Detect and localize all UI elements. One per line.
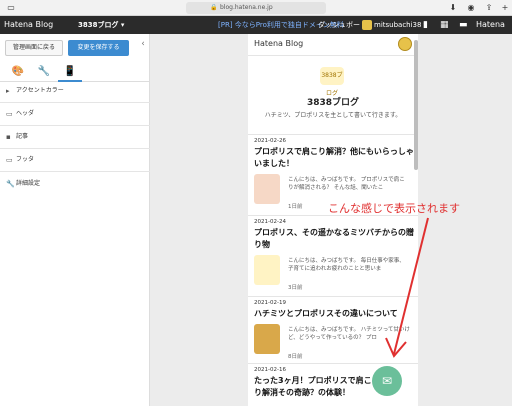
hatena-top-bar: Hatena Blog 3838ブログ ▾ [PR] 今ならPro利用で独自ドメ… <box>0 16 512 34</box>
blog-icon: 3838ブログ <box>320 67 344 97</box>
sidebar-tabs: 🎨 🔧 📱 <box>0 62 150 82</box>
post-age: 1日前 <box>288 204 303 210</box>
divider <box>0 171 150 172</box>
bookmark-icon[interactable]: ▮ <box>423 16 428 34</box>
footer-icon: ▭ <box>6 156 13 164</box>
lock-icon: 🔒 <box>210 4 218 11</box>
user-menu[interactable]: mitsubachi38 ▾ <box>374 16 427 34</box>
sidebar-item-label: ヘッダ <box>16 110 35 117</box>
post-date: 2021-02-16 <box>254 367 286 373</box>
share-icon[interactable]: ⇪ <box>482 2 496 14</box>
apps-grid-icon[interactable]: ▦ <box>440 16 449 34</box>
post-thumbnail[interactable] <box>254 174 280 204</box>
wrench-icon: 🔧 <box>6 180 15 188</box>
post-date: 2021-02-24 <box>254 219 286 225</box>
sidebar-toggle-icon[interactable]: ▭ <box>4 2 18 14</box>
post-title[interactable]: プロポリスで肩こり解消？他にもいらっしゃいました！ <box>254 146 414 170</box>
divider <box>248 134 418 135</box>
post-date: 2021-02-26 <box>254 138 286 144</box>
browser-toolbar: ▭ 🔒 blog.hatena.ne.jp ⬇ ◉ ⇪ + <box>0 0 512 16</box>
sidebar-item-label: アクセントカラー <box>16 87 64 94</box>
sidebar-item-label: フッタ <box>16 156 35 163</box>
preview-avatar[interactable] <box>398 37 412 51</box>
sidebar-item-accent-color[interactable]: ▸ アクセントカラー <box>0 80 150 102</box>
hatena-blog-logo[interactable]: Hatena Blog <box>4 16 53 34</box>
new-tab-icon[interactable]: + <box>498 2 512 14</box>
preview-scrollbar[interactable] <box>414 40 418 170</box>
shield-icon[interactable]: ◉ <box>464 2 478 14</box>
post-thumbnail[interactable] <box>254 255 280 285</box>
blog-description: ハチミツ、プロポリスを主として書いて行きます。 <box>264 112 402 119</box>
blog-title[interactable]: 3838ブログ <box>248 95 418 108</box>
preview-header: Hatena Blog <box>248 34 418 56</box>
sidebar-item-label: 記事 <box>16 133 29 140</box>
wrench-icon[interactable]: 🔧 <box>32 62 56 82</box>
annotation-arrow <box>385 217 429 358</box>
smartphone-icon[interactable]: 📱 <box>58 62 82 82</box>
post-age: 8日前 <box>288 354 303 360</box>
mail-icon[interactable]: ✉ <box>372 366 402 396</box>
download-icon[interactable]: ⬇ <box>446 2 460 14</box>
sidebar-item-advanced-settings[interactable]: 🔧 詳細設定 <box>0 173 150 195</box>
sidebar-item-label: 詳細設定 <box>16 180 41 187</box>
hatena-brand[interactable]: Hatena <box>476 16 505 34</box>
post-date: 2021-02-19 <box>254 300 286 306</box>
blog-selector[interactable]: 3838ブログ ▾ <box>78 16 124 34</box>
post-thumbnail[interactable] <box>254 324 280 354</box>
preview-logo[interactable]: Hatena Blog <box>254 39 303 48</box>
post-title[interactable]: たった3ヶ月！プロポリスで肩こり解消その奇跡？の体験！ <box>254 375 372 399</box>
post-excerpt: こんにちは、みつばちです。 プロポリスで肩こりが解消される？ そんな話、聞いたこ <box>288 177 405 191</box>
sidebar-item-footer[interactable]: ▭ フッタ <box>0 149 150 171</box>
address-bar[interactable]: 🔒 blog.hatena.ne.jp <box>186 2 326 14</box>
article-icon: ▪ <box>6 133 11 141</box>
design-sidebar: 管理画面に戻る 変更を保存する ‹ 🎨 🔧 📱 ▸ アクセントカラー ▭ ヘッダ… <box>0 34 150 406</box>
header-icon: ▭ <box>6 110 13 118</box>
palette-icon[interactable]: 🎨 <box>6 62 30 82</box>
sidebar-item-article[interactable]: ▪ 記事 <box>0 126 150 148</box>
sidebar-item-header[interactable]: ▭ ヘッダ <box>0 103 150 125</box>
post-age: 3日前 <box>288 285 303 291</box>
chevron-right-icon: ▸ <box>6 87 10 95</box>
back-to-admin-button[interactable]: 管理画面に戻る <box>5 40 63 56</box>
url-text: blog.hatena.ne.jp <box>220 4 273 11</box>
user-avatar[interactable] <box>362 20 372 30</box>
save-changes-button[interactable]: 変更を保存する <box>68 40 129 56</box>
collapse-sidebar-icon[interactable]: ‹ <box>137 38 149 50</box>
dashboard-link[interactable]: ダッシュボード <box>318 16 367 34</box>
chat-icon[interactable]: ▬ <box>459 16 468 34</box>
